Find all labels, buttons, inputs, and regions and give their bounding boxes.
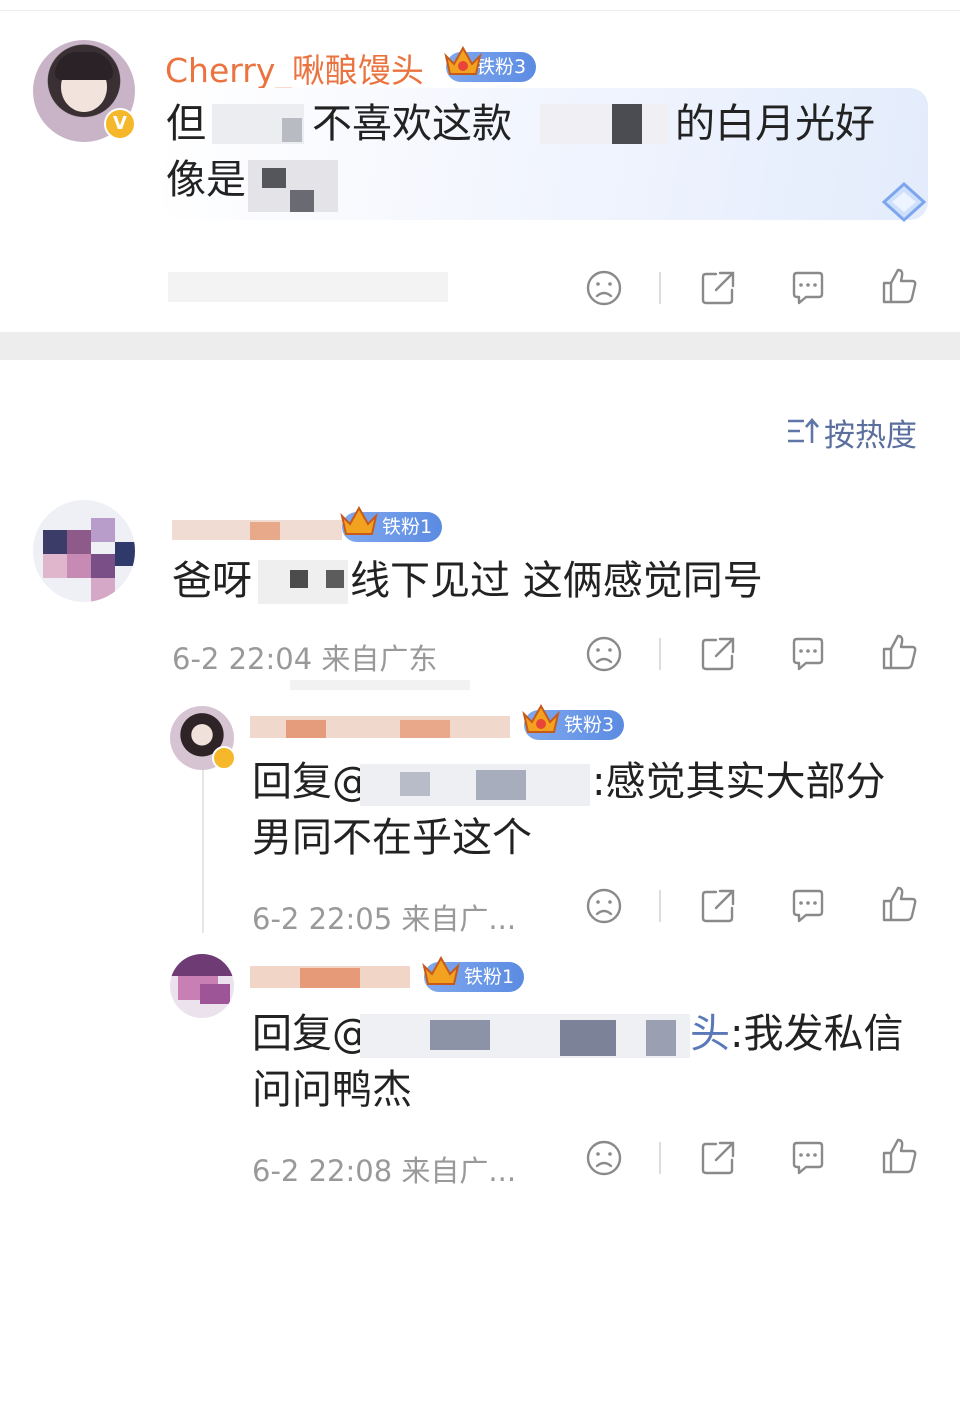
- redaction-block: [560, 1020, 616, 1056]
- like-icon[interactable]: [880, 884, 920, 924]
- comment-icon[interactable]: [788, 1138, 828, 1178]
- redaction-block: [612, 104, 642, 144]
- redaction-block: [360, 1014, 690, 1058]
- redaction-block: [290, 570, 308, 588]
- mention-text[interactable]: 头: [690, 1006, 730, 1062]
- redaction-block: [400, 720, 450, 738]
- like-icon[interactable]: [880, 1136, 920, 1176]
- text-part: 男同不在乎这个: [252, 815, 532, 861]
- fan-badge: 铁粉1: [422, 955, 525, 992]
- redaction-block: [540, 104, 668, 144]
- comment-text-part: 爸呀: [172, 553, 252, 609]
- redaction-block: [300, 968, 360, 988]
- redaction-block: [646, 1020, 676, 1056]
- crown-icon: [444, 45, 482, 75]
- redaction-block: [282, 118, 302, 142]
- mention-part[interactable]: 头: [690, 1011, 730, 1057]
- reply-prefix: 回复@: [252, 1011, 372, 1057]
- reply-text-part: 回复@: [252, 754, 372, 810]
- text-part: 像是: [166, 157, 246, 203]
- comment-text-part: 像是: [166, 152, 246, 208]
- timestamp: 6-2 22:04 来自广东: [172, 636, 437, 678]
- fan-badge: 铁粉3: [522, 703, 625, 740]
- text-part: 的白月光好: [675, 101, 875, 147]
- text-part: :我发私信: [730, 1011, 904, 1057]
- text-part: 爸呀: [172, 558, 252, 604]
- like-icon[interactable]: [880, 266, 920, 306]
- fan-badge: 铁粉1: [340, 505, 443, 542]
- text-part: 问问鸭杰: [252, 1067, 412, 1113]
- redaction-block: [286, 720, 326, 738]
- reply-text-part: 问问鸭杰: [252, 1062, 412, 1118]
- reply-text-part: :我发私信: [730, 1006, 903, 1062]
- timestamp: 6-2 22:08 来自广...: [252, 1148, 516, 1190]
- dislike-icon[interactable]: [584, 634, 624, 674]
- avatar[interactable]: [33, 500, 135, 602]
- redaction-block: [290, 190, 314, 212]
- redaction-block: [250, 522, 280, 540]
- dislike-icon[interactable]: [584, 268, 624, 308]
- reply-text-part: 男同不在乎这个: [252, 810, 532, 866]
- verified-icon: [212, 746, 236, 770]
- time: 6-2 22:04: [172, 642, 313, 676]
- redaction-block: [400, 772, 430, 796]
- text-part: 不喜欢这款: [312, 101, 512, 147]
- reply-text-part: :感觉其实大部分: [592, 754, 885, 810]
- redaction-block: [290, 680, 470, 690]
- fan-badge-label: 铁粉3: [564, 714, 615, 736]
- comment-icon[interactable]: [788, 886, 828, 926]
- location: 来自广...: [401, 902, 517, 936]
- comment-text-part: 不喜欢这款: [312, 96, 512, 152]
- sort-label: 按热度: [824, 418, 917, 454]
- comment-icon[interactable]: [788, 634, 828, 674]
- verified-icon: V: [104, 108, 136, 140]
- like-icon[interactable]: [880, 632, 920, 672]
- section-divider: [0, 332, 960, 360]
- diamond-icon: [881, 181, 927, 223]
- location: 来自广...: [401, 1154, 517, 1188]
- redaction-block: [430, 1020, 490, 1050]
- fan-badge: 铁粉3: [444, 45, 537, 82]
- share-icon[interactable]: [698, 634, 738, 674]
- text-part: 但: [166, 101, 206, 147]
- action-separator: [659, 272, 661, 304]
- thread-line: [202, 768, 204, 933]
- time: 6-2 22:08: [252, 1154, 393, 1188]
- redaction-block: [476, 770, 526, 800]
- share-icon[interactable]: [698, 886, 738, 926]
- avatar[interactable]: [170, 954, 234, 1018]
- crown-icon: [522, 703, 560, 733]
- top-divider: [0, 10, 960, 11]
- comment-text-part: 的白月光好: [675, 96, 875, 152]
- dislike-icon[interactable]: [584, 1138, 624, 1178]
- share-icon[interactable]: [698, 268, 738, 308]
- redaction-block: [262, 168, 286, 188]
- text-part: :感觉其实大部分: [592, 759, 886, 805]
- timestamp: 6-2 22:05 来自广...: [252, 896, 516, 938]
- comment-icon[interactable]: [788, 268, 828, 308]
- fan-badge-label: 铁粉1: [464, 966, 515, 988]
- action-separator: [659, 638, 661, 670]
- sort-hot-icon: [788, 418, 819, 443]
- reply-text-part: 回复@: [252, 1006, 372, 1062]
- action-separator: [659, 890, 661, 922]
- share-icon[interactable]: [698, 1138, 738, 1178]
- comment-text-part: 线下见过 这俩感觉同号: [350, 553, 763, 609]
- fan-badge-label: 铁粉1: [382, 516, 433, 538]
- redaction-block: [360, 764, 590, 806]
- text-part: 线下见过 这俩感觉同号: [350, 558, 763, 604]
- redaction-block: [326, 570, 344, 588]
- time: 6-2 22:05: [252, 902, 393, 936]
- dislike-icon[interactable]: [584, 886, 624, 926]
- action-separator: [659, 1142, 661, 1174]
- redaction-block: [168, 272, 448, 302]
- username[interactable]: Cherry_啾酿馒头: [165, 44, 424, 92]
- crown-icon: [340, 505, 378, 535]
- reply-prefix: 回复@: [252, 759, 372, 805]
- crown-icon: [422, 955, 460, 985]
- location: 来自广东: [321, 642, 438, 676]
